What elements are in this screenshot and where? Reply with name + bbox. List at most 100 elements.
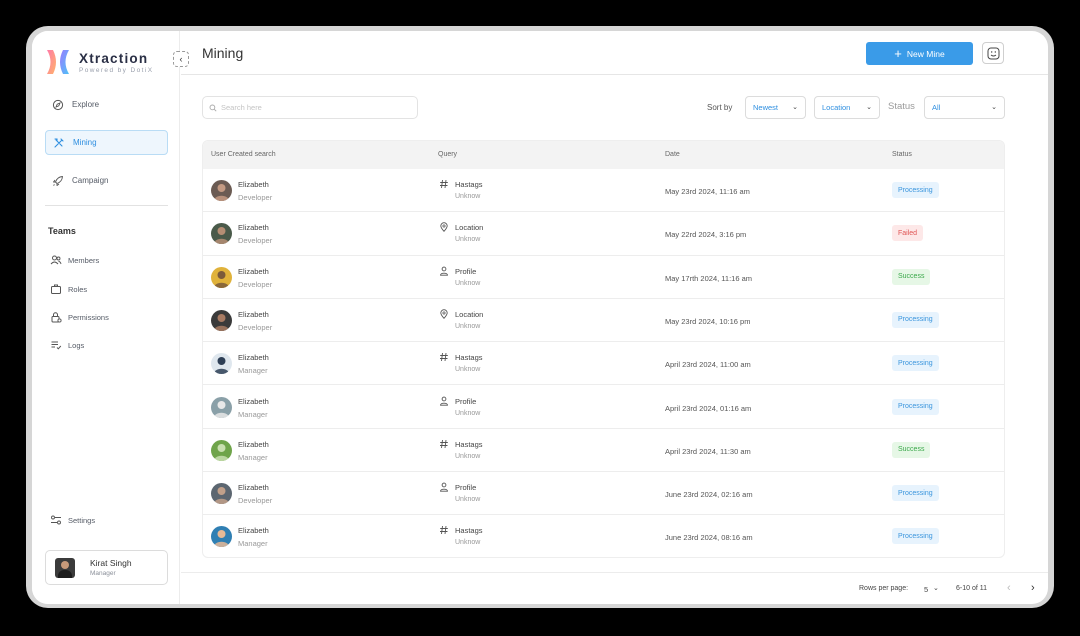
table-row[interactable]: Elizabeth Manager Profile Unknow April 23rd … (203, 386, 1004, 429)
avatar (211, 223, 232, 245)
page-header: Mining + New Mine (181, 31, 1048, 75)
sidebar-item-permissions[interactable]: Permissions (50, 309, 109, 325)
query-value: Unknow (455, 193, 481, 200)
table-row[interactable]: Elizabeth Developer Location Unknow May 23rd… (203, 299, 1004, 343)
avatar (211, 309, 232, 331)
query-type: Hastags (455, 439, 483, 449)
avatar (211, 266, 232, 288)
collapse-sidebar-button[interactable]: ‹ (173, 51, 189, 67)
status-filter-label: Status (888, 101, 915, 112)
status-badge: Failed (892, 225, 924, 242)
sidebar-item-logs[interactable]: Logs (50, 337, 84, 353)
user-name: Elizabeth (238, 353, 269, 363)
created-date: May 17rth 2024, 11:16 am (665, 273, 752, 283)
settings-sliders-icon (51, 515, 61, 525)
rows-per-page-select[interactable]: 5 (924, 585, 928, 594)
chevron-left-icon: ‹ (179, 54, 183, 64)
created-date: May 23rd 2024, 11:16 am (665, 187, 750, 196)
brand-subtitle: Powered by DotiX (79, 66, 154, 74)
query-value: Unknow (455, 236, 481, 244)
teams-heading: Teams (48, 226, 76, 236)
query-type: Profile (455, 483, 477, 493)
user-name: Elizabeth (238, 483, 269, 493)
avatar (211, 526, 232, 548)
hash-icon (440, 353, 448, 362)
table-row[interactable]: Elizabeth Manager Hastags Unknow June 23rd 2… (203, 515, 1004, 557)
created-date: April 23rd 2024, 01:16 am (665, 403, 752, 413)
avatar (211, 180, 232, 201)
user-role: Developer (238, 496, 273, 506)
location-pin-icon (440, 309, 448, 319)
search-box[interactable] (202, 96, 418, 119)
user-name: Elizabeth (238, 180, 269, 189)
sidebar-item-roles[interactable]: Roles (50, 281, 87, 297)
sidebar-item-campaign[interactable]: Campaign (45, 168, 168, 193)
query-value: Unknow (455, 322, 481, 330)
created-date: April 23rd 2024, 11:00 am (665, 360, 751, 370)
query-type: Location (455, 223, 484, 233)
status-badge: Success (892, 441, 931, 458)
table-row[interactable]: Elizabeth Developer Profile Unknow May 17rth… (203, 256, 1004, 299)
table-row[interactable]: Elizabeth Developer Profile Unknow June 23rd… (203, 472, 1004, 516)
user-name: Elizabeth (238, 439, 269, 449)
lock-icon (51, 312, 62, 323)
user-name: Elizabeth (238, 396, 269, 406)
status-badge: Processing (892, 311, 939, 328)
table-row[interactable]: Elizabeth Developer Hastags Unknow May 23rd … (203, 169, 1004, 213)
user-role: Manager (238, 452, 268, 462)
created-date: June 23rd 2024, 02:16 am (665, 490, 753, 500)
avatar (211, 483, 232, 505)
user-name: Kirat Singh (90, 558, 132, 568)
sidebar-item-mining[interactable]: Mining (45, 130, 168, 155)
team-item-label: Members (68, 255, 100, 265)
status-select[interactable]: All ⌄ (924, 96, 1005, 119)
user-role: Manager (90, 570, 116, 577)
emoji-smile-icon[interactable] (982, 42, 1004, 64)
status-badge: Processing (892, 485, 939, 502)
column-header-status: Status (892, 151, 912, 158)
table-row[interactable]: Elizabeth Developer Location Unknow May 22rd… (203, 212, 1004, 256)
sidebar: Xtraction Powered by DotiX Explore Minin… (32, 31, 180, 604)
next-page-button[interactable]: › (1031, 582, 1035, 594)
chevron-down-icon[interactable]: ⌄ (933, 584, 939, 592)
brand-title: Xtraction (79, 50, 149, 66)
created-date: May 23rd 2024, 10:16 pm (665, 316, 751, 326)
mining-table: User Created search Query Date Status El… (202, 140, 1005, 558)
table-row[interactable]: Elizabeth Manager Hastags Unknow April 23rd … (203, 342, 1004, 386)
query-value: Unknow (455, 452, 481, 460)
tools-icon (54, 137, 64, 148)
query-value: Unknow (455, 496, 481, 504)
sidebar-item-members[interactable]: Members (50, 252, 99, 268)
logo: Xtraction Powered by DotiX (45, 48, 153, 76)
avatar (211, 439, 232, 461)
table-header: User Created search Query Date Status (203, 141, 1004, 169)
user-name: Elizabeth (238, 223, 269, 233)
briefcase-icon (51, 284, 61, 294)
location-select[interactable]: Location ⌄ (814, 96, 880, 119)
team-item-label: Permissions (68, 312, 109, 322)
plus-icon: + (894, 46, 902, 61)
new-mine-button[interactable]: + New Mine (866, 42, 973, 65)
sort-select[interactable]: Newest ⌄ (745, 96, 806, 119)
page-title: Mining (202, 45, 244, 61)
search-input[interactable] (221, 103, 401, 112)
query-type: Profile (455, 396, 477, 406)
user-profile-card[interactable]: Kirat Singh Manager (45, 550, 168, 585)
hash-icon (440, 179, 448, 189)
sort-label: Sort by (707, 103, 733, 112)
created-date: April 23rd 2024, 11:30 am (665, 446, 751, 456)
status-badge: Processing (892, 528, 939, 545)
table-row[interactable]: Elizabeth Manager Hastags Unknow April 23rd … (203, 429, 1004, 473)
status-badge: Processing (892, 182, 939, 198)
user-role: Developer (238, 279, 273, 289)
query-value: Unknow (455, 539, 481, 547)
created-date: May 22rd 2024, 3:16 pm (665, 230, 747, 240)
new-mine-label: New Mine (906, 48, 945, 59)
sidebar-item-explore[interactable]: Explore (45, 92, 168, 117)
column-header-date: Date (665, 151, 680, 158)
status-badge: Processing (892, 398, 939, 415)
previous-page-button[interactable]: ‹ (1007, 582, 1011, 594)
sidebar-item-settings[interactable]: Settings (50, 512, 95, 528)
query-type: Hastags (455, 353, 483, 363)
status-badge: Success (892, 268, 931, 285)
